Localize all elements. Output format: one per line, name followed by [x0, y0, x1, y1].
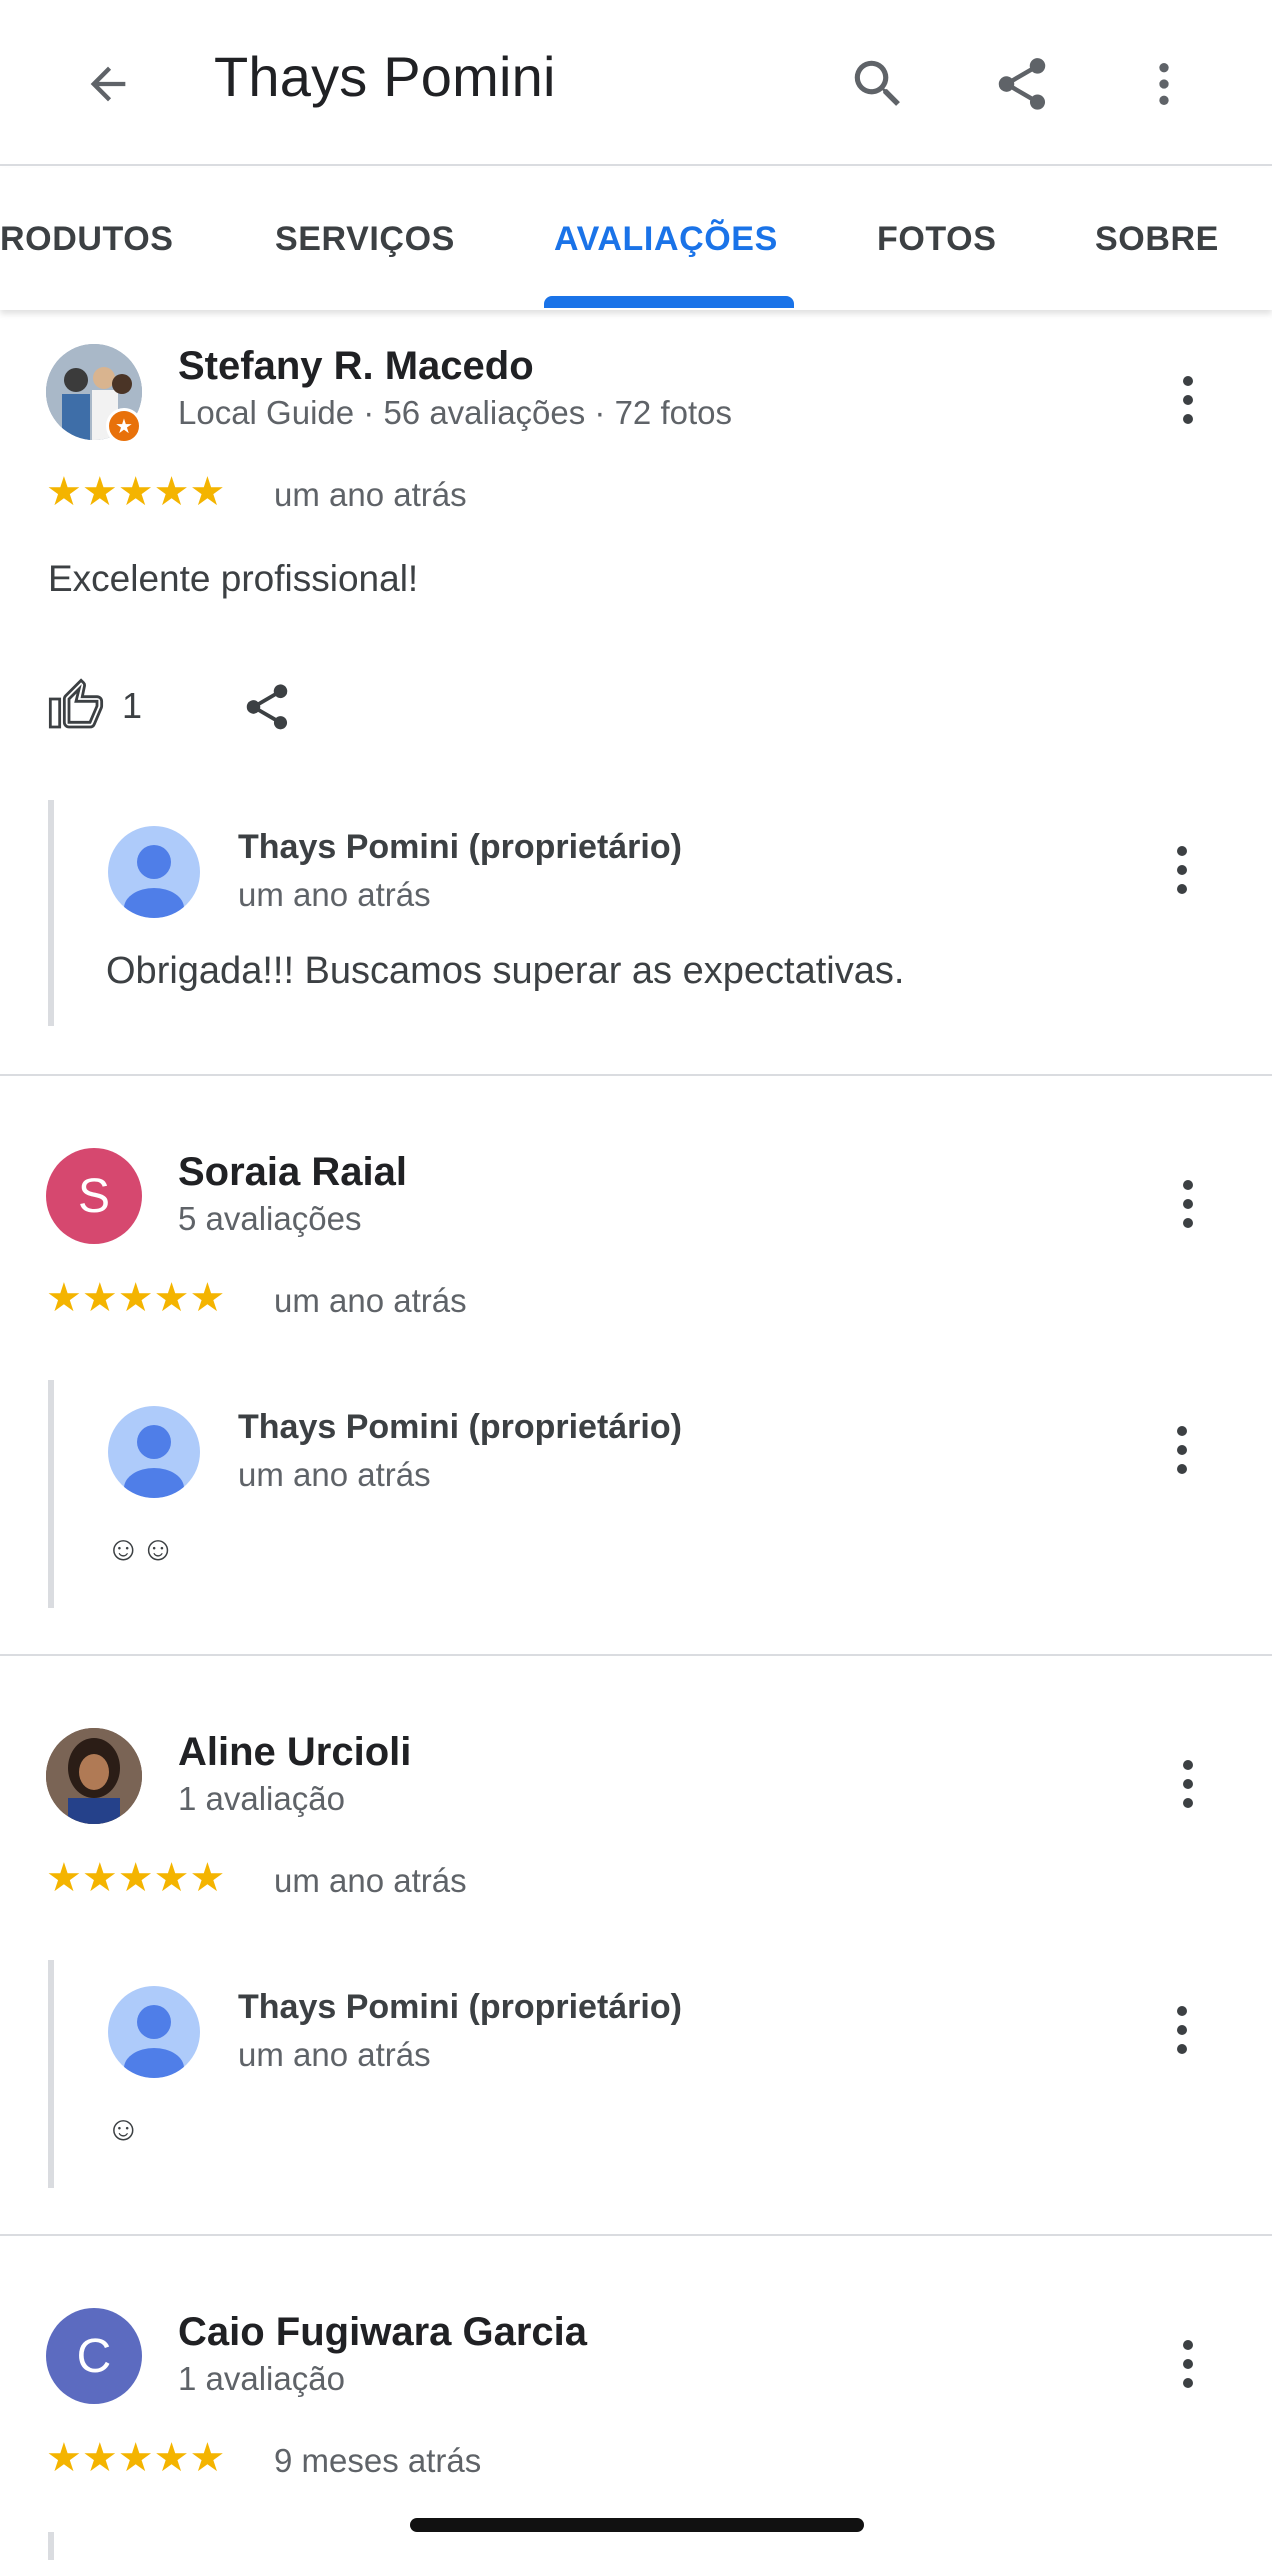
search-button[interactable]: [838, 44, 918, 124]
like-count: 1: [122, 685, 143, 726]
owner-reply: Thays Pomini (proprietário) um ano atrás…: [48, 1960, 1228, 2188]
review-more-button[interactable]: [1160, 2324, 1216, 2404]
reviewer-meta: 5 avaliações: [178, 1200, 362, 1237]
thumb-up-icon: [48, 678, 104, 729]
review-card: S Soraia Raial 5 avaliações ★★★★★ um ano…: [0, 1136, 1272, 1656]
avatar[interactable]: C: [46, 2308, 142, 2404]
review-text: Excelente profissional!: [48, 558, 419, 599]
share-icon: [998, 58, 1046, 110]
star-rating: ★★★★★: [46, 1856, 226, 1900]
search-icon: [854, 60, 900, 106]
owner-avatar-icon: [108, 1406, 200, 1498]
reviewer-name[interactable]: Caio Fugiwara Garcia: [178, 2310, 587, 2355]
tab-avaliacoes[interactable]: AVALIAÇÕES: [554, 220, 778, 259]
more-options-button[interactable]: [1124, 44, 1204, 124]
owner-reply: Thays Pomini (proprietário) um ano atrás…: [48, 1380, 1228, 1608]
tab-produtos[interactable]: RODUTOS: [0, 220, 174, 259]
review-card: Aline Urcioli 1 avaliação ★★★★★ um ano a…: [0, 1716, 1272, 2236]
divider: [0, 1654, 1272, 1656]
page-title: Thays Pomini: [214, 45, 556, 108]
divider: [0, 2234, 1272, 2236]
home-indicator[interactable]: [410, 2518, 864, 2532]
owner-name: Thays Pomini (proprietário): [238, 1988, 682, 2026]
review-share-button[interactable]: [240, 680, 294, 739]
review-time: um ano atrás: [274, 1862, 467, 1899]
avatar-initial: S: [77, 1169, 110, 1223]
star-rating: ★★★★★: [46, 1276, 226, 1320]
avatar[interactable]: S: [46, 1148, 142, 1244]
arrow-back-icon: [90, 66, 126, 102]
reviewer-meta: Local Guide · 56 avaliações · 72 fotos: [178, 394, 732, 431]
reply-border-start: [48, 2532, 54, 2560]
owner-reply-text: ☺☺: [106, 1530, 176, 1568]
reviewer-meta: 1 avaliação: [178, 2360, 345, 2397]
star-rating: ★★★★★: [46, 2436, 226, 2480]
owner-avatar-icon: [108, 1986, 200, 2078]
tab-fotos[interactable]: FOTOS: [877, 220, 997, 259]
reviewer-name[interactable]: Aline Urcioli: [178, 1730, 411, 1775]
review-time: um ano atrás: [274, 1282, 467, 1319]
tab-sobre[interactable]: SOBRE: [1095, 220, 1219, 259]
tab-servicos[interactable]: SERVIÇOS: [275, 220, 455, 259]
more-vert-icon: [1159, 63, 1169, 105]
owner-reply-time: um ano atrás: [238, 1456, 431, 1493]
star-rating: ★★★★★: [46, 470, 226, 514]
back-button[interactable]: [72, 48, 144, 120]
reviewer-name[interactable]: Stefany R. Macedo: [178, 344, 534, 389]
reviewer-name[interactable]: Soraia Raial: [178, 1150, 407, 1195]
active-tab-indicator: [544, 296, 794, 308]
review-time: um ano atrás: [274, 476, 467, 513]
share-button[interactable]: [982, 44, 1062, 124]
review-more-button[interactable]: [1160, 360, 1216, 440]
review-more-button[interactable]: [1160, 1744, 1216, 1824]
user-photo-icon: [46, 1728, 142, 1824]
avatar[interactable]: [46, 1728, 142, 1824]
owner-reply-text: Obrigada!!! Buscamos superar as expectat…: [106, 950, 905, 992]
owner-name: Thays Pomini (proprietário): [238, 1408, 682, 1446]
tab-bar: RODUTOS SERVIÇOS AVALIAÇÕES FOTOS SOBRE: [0, 168, 1272, 310]
review-more-button[interactable]: [1160, 1164, 1216, 1244]
review-time: 9 meses atrás: [274, 2442, 482, 2479]
owner-reply-time: um ano atrás: [238, 876, 431, 913]
reviewer-meta: 1 avaliação: [178, 1780, 345, 1817]
app-bar: Thays Pomini: [0, 0, 1272, 166]
owner-name: Thays Pomini (proprietário): [238, 828, 682, 866]
reply-more-button[interactable]: [1154, 1410, 1210, 1490]
owner-reply-text: ☺: [106, 2110, 141, 2148]
local-guide-badge-icon: ★: [106, 408, 142, 444]
share-icon: [246, 684, 288, 730]
avatar-initial: C: [76, 2329, 112, 2383]
reply-more-button[interactable]: [1154, 830, 1210, 910]
owner-reply-time: um ano atrás: [238, 2036, 431, 2073]
divider: [0, 1074, 1272, 1076]
reply-more-button[interactable]: [1154, 1990, 1210, 2070]
like-button[interactable]: 1: [48, 678, 142, 734]
review-card: ★ Stefany R. Macedo Local Guide · 56 ava…: [0, 330, 1272, 1075]
owner-avatar-icon: [108, 826, 200, 918]
owner-reply: Thays Pomini (proprietário) um ano atrás…: [48, 800, 1228, 1026]
